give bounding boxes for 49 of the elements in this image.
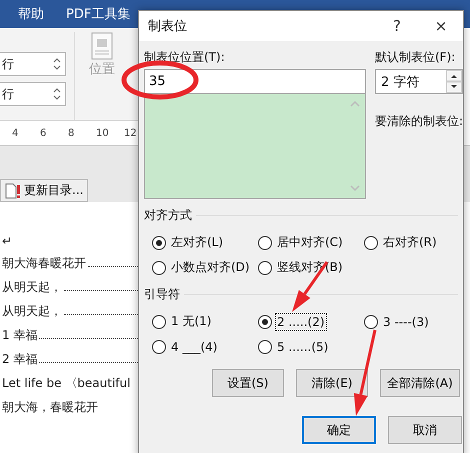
- close-button[interactable]: ×: [419, 11, 463, 41]
- radio-button[interactable]: 左对齐(L): [152, 234, 258, 251]
- spacing-spinner[interactable]: 行: [0, 52, 66, 76]
- document-text: 从明天起，: [2, 279, 62, 296]
- document-text: ↵: [2, 234, 12, 248]
- dialog-title: 制表位: [148, 18, 188, 35]
- field-label: 默认制表位(F):: [375, 49, 456, 65]
- radio-button[interactable]: 右对齐(R): [364, 234, 463, 251]
- radio-button[interactable]: 4 ___(4): [152, 338, 258, 355]
- help-button[interactable]: ?: [375, 11, 419, 41]
- leader-dots: [88, 266, 138, 267]
- radio-button[interactable]: 2 .....(2): [258, 313, 364, 330]
- document-text: 从明天起，: [2, 303, 62, 320]
- radio-button[interactable]: 小数点对齐(D): [152, 259, 258, 276]
- document-alert-icon: [5, 182, 21, 198]
- action-button[interactable]: 全部清除(A): [380, 369, 460, 397]
- scroll-down-icon[interactable]: [349, 184, 361, 192]
- radio-button[interactable]: 居中对齐(C): [258, 234, 364, 251]
- ribbon-tab[interactable]: 帮助: [18, 5, 44, 23]
- tab-position-field[interactable]: 35: [144, 69, 366, 94]
- default-tab-spinner[interactable]: 2 字符: [375, 69, 463, 94]
- field-label: 要清除的制表位:: [375, 113, 464, 129]
- scroll-up-icon[interactable]: [349, 100, 361, 108]
- update-toc-button[interactable]: 更新目录...: [0, 179, 88, 202]
- action-button[interactable]: 设置(S): [212, 369, 284, 397]
- action-button[interactable]: 清除(E): [296, 369, 368, 397]
- ruler-number: 10: [96, 128, 110, 138]
- radio-button[interactable]: 5 ......(5): [258, 338, 364, 355]
- document-text: 1 幸福: [2, 327, 38, 344]
- dialog-button[interactable]: 确定: [302, 416, 376, 444]
- group-title: 对齐方式: [144, 206, 192, 224]
- group-title: 引导符: [144, 286, 180, 302]
- ruler-number: 6: [40, 128, 48, 138]
- ruler-number: 8: [68, 128, 76, 138]
- spacing-spinner[interactable]: 行: [0, 82, 66, 106]
- spin-arrows-icon: [53, 87, 61, 101]
- ruler-number: 12: [124, 128, 138, 138]
- document-text: 朝大海春暖花开: [2, 255, 86, 272]
- document-text: 2 幸福: [2, 351, 38, 368]
- ribbon-tab[interactable]: PDF工具集: [66, 5, 130, 23]
- page-icon: [91, 32, 113, 60]
- dialog-button[interactable]: 取消: [388, 416, 462, 444]
- radio-button[interactable]: 1 无(1): [152, 313, 258, 330]
- spin-arrows-icon: [53, 57, 61, 71]
- document-text: Let life be 〈beautiful: [2, 375, 130, 392]
- document-text: 朝大海，春暖花开: [2, 399, 98, 416]
- tab-stop-list[interactable]: [144, 94, 366, 199]
- ruler-number: 4: [12, 128, 20, 138]
- radio-button[interactable]: 3 ----(3): [364, 313, 463, 330]
